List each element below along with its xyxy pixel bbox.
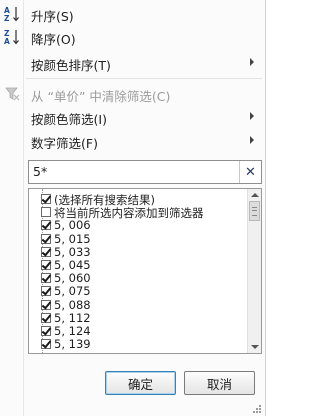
list-item-label: 5, 015 bbox=[54, 231, 91, 246]
filter-dropdown-menu: A Z 升序(S) Z A 降序(O) 按颜色排序(T) 从 “单价” 中清除筛… bbox=[0, 0, 266, 416]
close-icon[interactable]: ✕ bbox=[239, 161, 261, 183]
list-scrollbar[interactable] bbox=[247, 189, 261, 353]
list-item-label: 5, 088 bbox=[54, 297, 91, 312]
submenu-arrow-icon bbox=[250, 112, 254, 120]
list-item[interactable]: 5, 112 bbox=[29, 310, 247, 325]
sort-ascending-label: 升序(S) bbox=[31, 9, 74, 24]
list-item-label: 5, 139 bbox=[54, 337, 91, 352]
scroll-down-icon[interactable] bbox=[251, 345, 259, 349]
checkbox[interactable] bbox=[41, 326, 51, 336]
checkbox[interactable] bbox=[41, 299, 51, 310]
search-input[interactable]: 5* bbox=[33, 164, 47, 179]
scroll-up-icon[interactable] bbox=[251, 193, 259, 197]
checkbox[interactable] bbox=[41, 207, 51, 218]
svg-text:A: A bbox=[4, 37, 10, 46]
clear-filter-label: 从 “单价” 中清除筛选(C) bbox=[31, 89, 171, 104]
list-item[interactable]: 5, 139 bbox=[29, 337, 247, 352]
checkbox[interactable] bbox=[41, 194, 51, 204]
sort-descending-label: 降序(O) bbox=[31, 32, 76, 47]
list-item[interactable]: 5, 124 bbox=[29, 324, 247, 338]
list-item[interactable]: 5, 060 bbox=[29, 271, 247, 286]
list-item[interactable]: 5, 088 bbox=[29, 297, 247, 312]
submenu-arrow-icon bbox=[250, 58, 254, 66]
filter-by-color-label: 按颜色筛选(I) bbox=[31, 112, 107, 127]
sort-descending-item[interactable]: Z A 降序(O) bbox=[0, 26, 264, 48]
list-item-label: 5, 060 bbox=[54, 271, 91, 286]
checkbox[interactable] bbox=[41, 220, 51, 231]
list-item-label: 5, 033 bbox=[54, 244, 91, 259]
checkbox[interactable] bbox=[41, 260, 51, 270]
add-selection-to-filter-row[interactable]: 将当前所选内容添加到筛选器 bbox=[29, 206, 247, 220]
list-item-label: 5, 045 bbox=[54, 258, 91, 272]
clear-filter-icon bbox=[2, 84, 22, 104]
submenu-arrow-icon bbox=[250, 136, 254, 144]
checkbox[interactable] bbox=[41, 246, 51, 257]
checkbox[interactable] bbox=[41, 233, 51, 244]
number-filter-item[interactable]: 数字筛选(F) bbox=[0, 130, 264, 152]
sort-by-color-label: 按颜色排序(T) bbox=[31, 58, 111, 73]
checkbox[interactable] bbox=[41, 312, 51, 323]
list-item[interactable]: 5, 015 bbox=[29, 231, 247, 246]
list-item-label: 5, 112 bbox=[54, 310, 91, 325]
menu-separator bbox=[26, 78, 262, 79]
checkbox[interactable] bbox=[41, 339, 51, 350]
sort-by-color-item[interactable]: 按颜色排序(T) bbox=[0, 52, 264, 74]
sort-asc-icon: A Z bbox=[2, 4, 22, 24]
filter-search-box[interactable]: 5* ✕ bbox=[28, 160, 262, 184]
list-item[interactable]: 5, 045 bbox=[29, 258, 247, 272]
resize-grip-icon[interactable] bbox=[252, 404, 262, 414]
list-item[interactable]: 5, 075 bbox=[29, 284, 247, 299]
filter-by-color-item[interactable]: 按颜色筛选(I) bbox=[0, 106, 264, 128]
list-item[interactable]: 5, 033 bbox=[29, 244, 247, 259]
sort-ascending-item[interactable]: A Z 升序(S) bbox=[0, 3, 264, 25]
checkbox[interactable] bbox=[41, 273, 51, 284]
list-item-label: 5, 075 bbox=[54, 284, 91, 299]
list-item-label: 5, 006 bbox=[54, 218, 91, 233]
ok-button[interactable]: 确定 bbox=[105, 371, 176, 395]
scrollbar-thumb[interactable] bbox=[249, 201, 260, 221]
number-filter-label: 数字筛选(F) bbox=[31, 136, 98, 151]
list-item[interactable]: 5, 006 bbox=[29, 218, 247, 233]
select-all-results-row[interactable]: (选择所有搜索结果) bbox=[29, 193, 247, 207]
list-item-label: 5, 124 bbox=[54, 324, 91, 338]
cancel-button[interactable]: 取消 bbox=[184, 371, 255, 395]
clear-filter-item: 从 “单价” 中清除筛选(C) bbox=[0, 83, 264, 105]
sort-desc-icon: Z A bbox=[2, 27, 22, 47]
filter-values-list[interactable]: (选择所有搜索结果) 将当前所选内容添加到筛选器 5, 006 5, 015 5, 03… bbox=[28, 188, 262, 354]
svg-text:Z: Z bbox=[4, 14, 10, 23]
checkbox[interactable] bbox=[41, 286, 51, 297]
